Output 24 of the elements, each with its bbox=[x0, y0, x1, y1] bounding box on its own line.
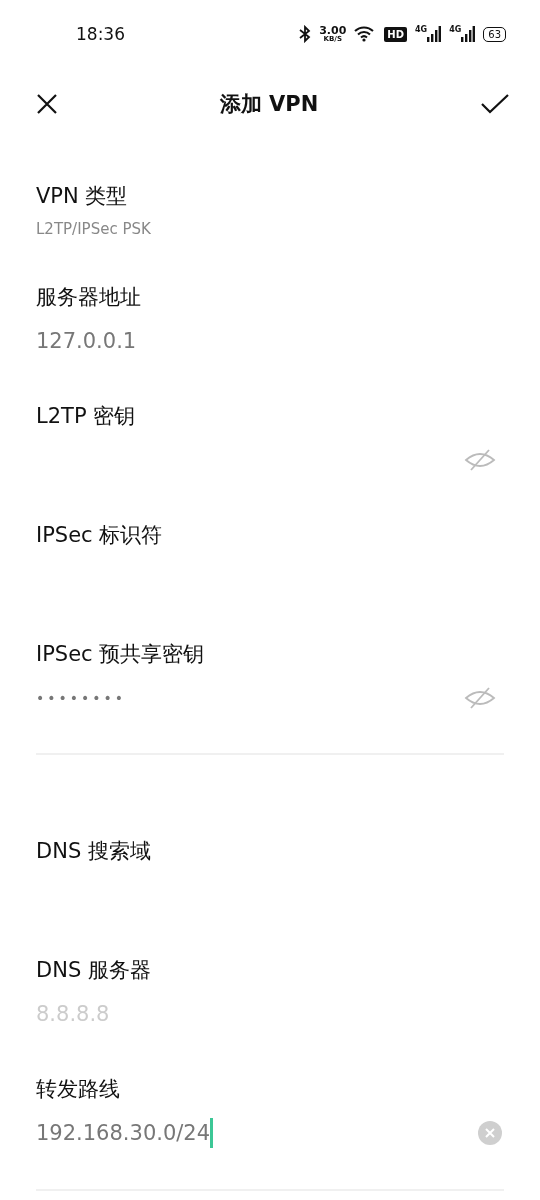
field-label: IPSec 预共享密钥 bbox=[36, 641, 206, 668]
input-field[interactable]: •••••••• bbox=[36, 678, 464, 717]
field-label: DNS 搜索域 bbox=[36, 838, 152, 865]
close-button[interactable] bbox=[36, 93, 58, 115]
input-field[interactable]: 192.168.30.0/24 bbox=[36, 1113, 478, 1152]
field-label: DNS 服务器 bbox=[36, 957, 152, 984]
signal-indicator: 4G bbox=[449, 26, 476, 42]
bluetooth-icon bbox=[299, 25, 312, 43]
confirm-button[interactable] bbox=[480, 93, 510, 115]
input-field[interactable]: 127.0.0.1 bbox=[36, 321, 504, 360]
page-title: 添加 VPN bbox=[219, 91, 319, 118]
hd-badge: HD bbox=[384, 26, 407, 42]
field-label: VPN 类型 bbox=[36, 183, 129, 210]
battery-indicator: 63 bbox=[483, 26, 506, 42]
field-label: 服务器地址 bbox=[36, 284, 142, 311]
hidden-eye-icon[interactable] bbox=[464, 447, 496, 472]
signal-indicator: 4G bbox=[415, 26, 442, 42]
field-label: 转发路线 bbox=[36, 1076, 121, 1103]
field-label: L2TP 密钥 bbox=[36, 403, 137, 430]
clear-icon[interactable] bbox=[478, 1120, 502, 1145]
hidden-eye-icon[interactable] bbox=[464, 685, 496, 710]
status-time: 18:36 bbox=[76, 24, 125, 44]
vpn-type-selector[interactable]: L2TP/IPSec PSK bbox=[36, 218, 151, 240]
field-label: IPSec 标识符 bbox=[36, 522, 164, 549]
